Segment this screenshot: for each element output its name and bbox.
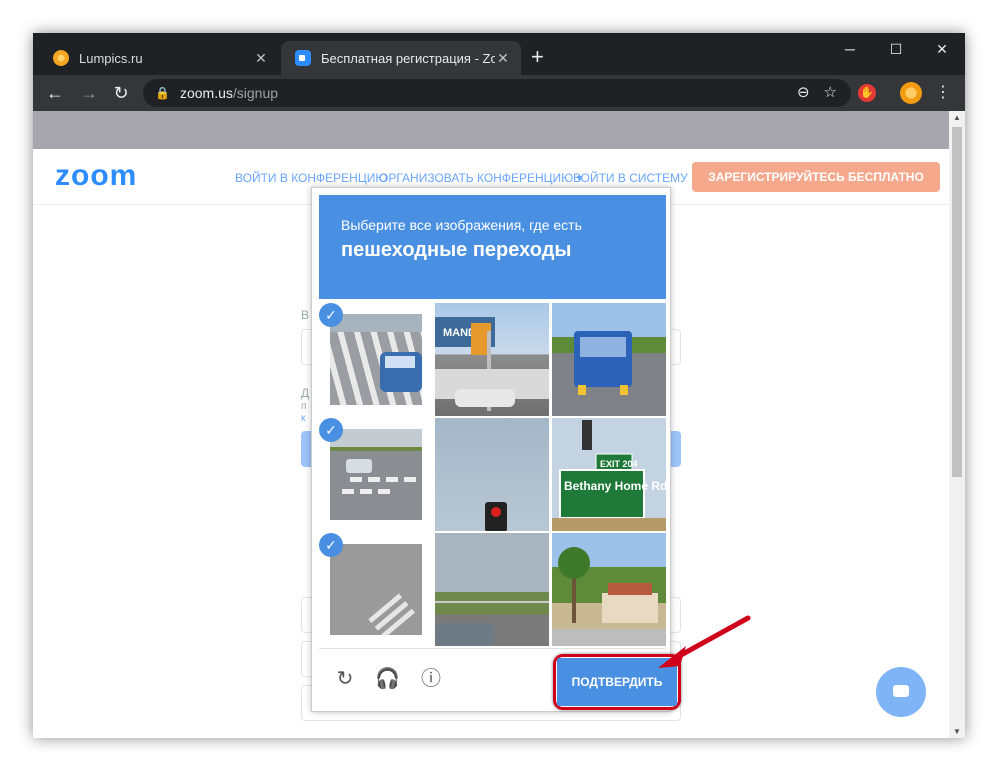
- zoom-favicon-icon: [295, 50, 311, 66]
- tab-title: Бесплатная регистрация - Zoom: [321, 50, 495, 66]
- field-image: [435, 533, 549, 646]
- crosswalk-image: [330, 544, 422, 635]
- captcha-tile[interactable]: [552, 533, 666, 646]
- zoom-logo[interactable]: zoom: [55, 159, 137, 193]
- captcha-instructions: Выберите все изображения, где есть пешех…: [319, 195, 666, 299]
- captcha-tile[interactable]: [552, 303, 666, 416]
- bookmark-star-icon[interactable]: ☆: [824, 83, 837, 101]
- tab-strip: Lumpics.ru ✕ Бесплатная регистрация - Zo…: [33, 33, 965, 75]
- tab-title: Lumpics.ru: [79, 50, 143, 66]
- tab-zoom-signup[interactable]: Бесплатная регистрация - Zoom ✕: [281, 41, 521, 75]
- address-host: zoom.us: [179, 85, 233, 101]
- form-label: В: [301, 308, 310, 322]
- close-tab-icon[interactable]: ✕: [253, 50, 269, 67]
- bus-image: [552, 303, 666, 416]
- captcha-instruction-line: Выберите все изображения, где есть: [341, 217, 582, 233]
- selected-check-icon: ✓: [319, 303, 343, 327]
- minimize-button[interactable]: ─: [827, 37, 873, 61]
- form-link[interactable]: к: [301, 413, 305, 424]
- forward-button[interactable]: →: [77, 81, 101, 105]
- captcha-image-grid: ✓ MANDEE ✓ EXIT 204 Bethany Home Rd ✓: [319, 303, 668, 648]
- chat-bubble-button[interactable]: [876, 667, 926, 717]
- address-path: /signup: [232, 85, 279, 101]
- captcha-tile[interactable]: [435, 418, 549, 531]
- tab-lumpics[interactable]: Lumpics.ru ✕: [39, 41, 279, 75]
- scroll-thumb[interactable]: [952, 127, 962, 477]
- join-meeting-link[interactable]: ВОЙТИ В КОНФЕРЕНЦИЮ: [235, 171, 387, 185]
- profile-button[interactable]: [899, 81, 923, 105]
- captcha-target-object: пешеходные переходы: [341, 239, 572, 261]
- selected-check-icon: ✓: [319, 418, 343, 442]
- captcha-tile-selected[interactable]: ✓: [319, 303, 433, 416]
- avatar: [900, 82, 922, 104]
- exit-sign-text: EXIT 204: [600, 459, 638, 469]
- traffic-signal-image: MANDEE: [435, 303, 549, 416]
- form-note: Д: [301, 386, 310, 400]
- close-tab-icon[interactable]: ✕: [495, 50, 511, 67]
- extension-button[interactable]: ✋: [855, 81, 879, 105]
- address-bar[interactable]: 🔒 zoom.us/signup ⊖ ☆: [143, 79, 851, 107]
- red-light-image: [435, 418, 549, 531]
- scroll-down-icon[interactable]: ▼: [949, 727, 965, 736]
- reload-challenge-icon[interactable]: ↻: [333, 667, 357, 691]
- captcha-tile-selected[interactable]: ✓: [319, 418, 433, 531]
- palm-trees-image: [552, 533, 666, 646]
- annotation-arrow-icon: [658, 615, 751, 668]
- crosswalk-image: [330, 429, 422, 520]
- help-info-icon[interactable]: ⓘ: [419, 667, 443, 691]
- orange-favicon-icon: [53, 50, 69, 66]
- zoom-out-icon[interactable]: ⊖: [797, 83, 810, 101]
- captcha-tile[interactable]: [435, 533, 549, 646]
- lock-icon: 🔒: [155, 86, 170, 100]
- recaptcha-dialog: Выберите все изображения, где есть пешех…: [311, 187, 681, 712]
- maximize-button[interactable]: ☐: [873, 37, 919, 61]
- adblock-extension-icon: ✋: [858, 84, 876, 102]
- browser-toolbar: ← → ↻ 🔒 zoom.us/signup ⊖ ☆ ✋ ⋮: [33, 75, 965, 111]
- new-tab-button[interactable]: +: [531, 46, 544, 68]
- crosswalk-image: [330, 314, 422, 405]
- captcha-tile-selected[interactable]: ✓: [319, 533, 433, 646]
- page-scrollbar[interactable]: ▲ ▼: [949, 111, 965, 738]
- street-sign-text: Bethany Home Rd: [564, 479, 666, 493]
- overlay-dim-bar: [33, 111, 949, 149]
- back-button[interactable]: ←: [43, 81, 67, 105]
- scroll-up-icon[interactable]: ▲: [949, 113, 965, 122]
- reload-button[interactable]: ↻: [109, 81, 133, 105]
- captcha-footer: ↻ 🎧 ⓘ ПОДТВЕРДИТЬ: [319, 648, 681, 710]
- audio-challenge-icon[interactable]: 🎧: [375, 667, 400, 691]
- close-window-button[interactable]: ✕: [919, 37, 965, 61]
- host-meeting-link[interactable]: ОРГАНИЗОВАТЬ КОНФЕРЕНЦИЮ ▾: [379, 171, 583, 185]
- signup-free-button[interactable]: ЗАРЕГИСТРИРУЙТЕСЬ БЕСПЛАТНО: [692, 162, 940, 192]
- captcha-tile[interactable]: EXIT 204 Bethany Home Rd: [552, 418, 666, 531]
- sign-in-link[interactable]: ВОЙТИ В СИСТЕМУ: [573, 171, 688, 185]
- street-sign-image: EXIT 204 Bethany Home Rd: [552, 418, 666, 531]
- captcha-tile[interactable]: MANDEE: [435, 303, 549, 416]
- form-note: п: [301, 401, 307, 412]
- selected-check-icon: ✓: [319, 533, 343, 557]
- browser-menu-button[interactable]: ⋮: [931, 81, 955, 105]
